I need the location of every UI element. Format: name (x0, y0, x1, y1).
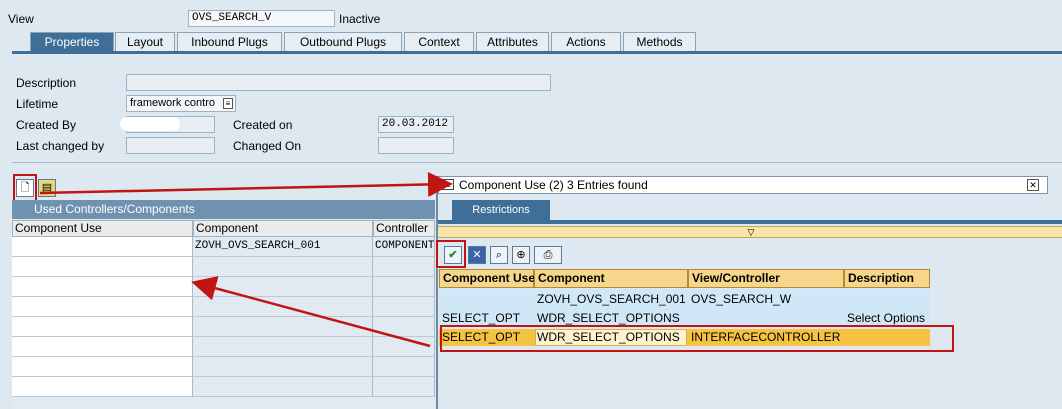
annotation-arrows (39, 171, 453, 348)
